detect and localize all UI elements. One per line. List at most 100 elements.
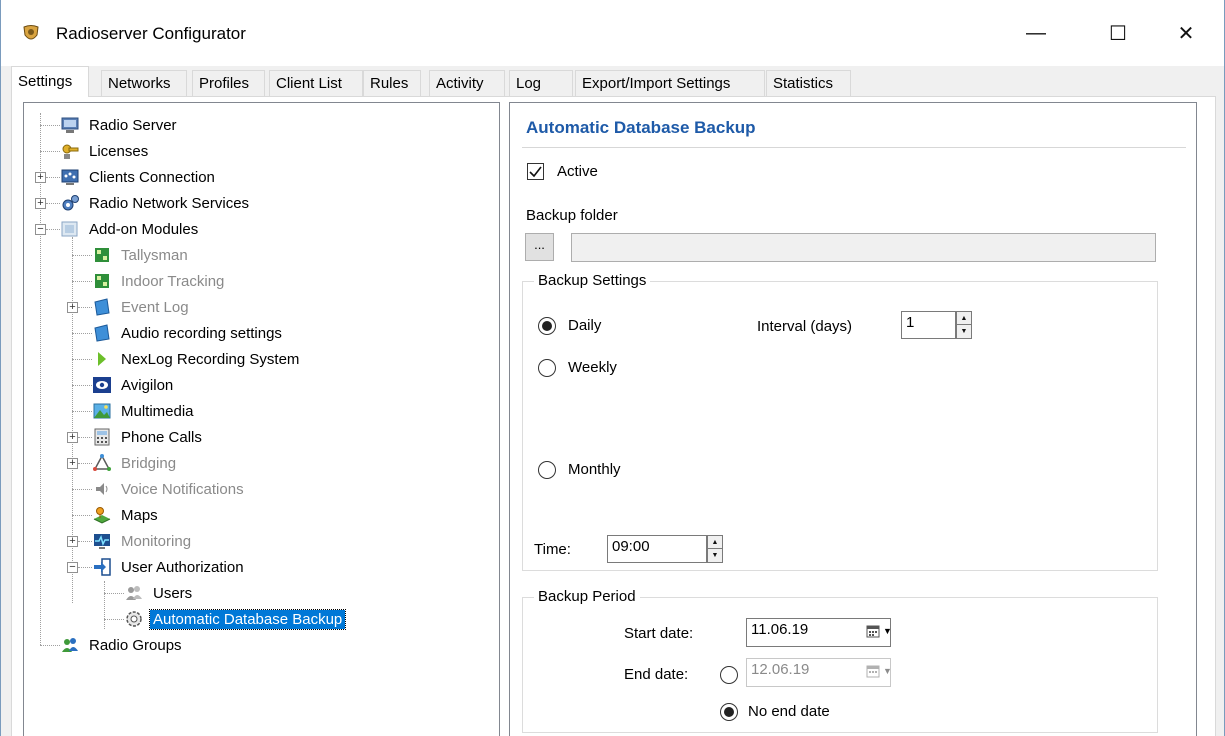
tree-item-label: Maps: [121, 506, 158, 524]
module-blue-icon: [92, 297, 112, 317]
tree-item-nexlog-recording-system[interactable]: NexLog Recording System: [92, 347, 302, 371]
tree-connector: [72, 237, 73, 603]
minimize-button[interactable]: —: [1013, 10, 1059, 56]
start-date-dropdown[interactable]: ▼: [866, 624, 892, 638]
expand-plus-icon[interactable]: +: [67, 536, 78, 547]
tree-item-label: Radio Groups: [89, 636, 182, 654]
tab-log[interactable]: Log: [509, 70, 573, 96]
tab-networks[interactable]: Networks: [101, 70, 187, 96]
key-icon: [60, 141, 80, 161]
interval-spinner[interactable]: ▲ ▼: [956, 311, 972, 339]
app-window: Radioserver Configurator — ☐ ✕ Settings …: [0, 0, 1225, 736]
tree-item-users[interactable]: Users: [124, 581, 195, 605]
tree-item-label: Multimedia: [121, 402, 194, 420]
tree-connector: [40, 113, 41, 645]
tree-item-radio-server[interactable]: Radio Server: [60, 113, 180, 137]
tab-export-import-settings[interactable]: Export/Import Settings: [575, 70, 765, 96]
minimize-icon: —: [1026, 21, 1046, 44]
gear-backup-icon: [124, 609, 144, 629]
backup-folder-label: Backup folder: [526, 207, 618, 224]
calendar-icon: [866, 625, 880, 638]
tab-client-list[interactable]: Client List: [269, 70, 363, 96]
collapse-minus-icon[interactable]: −: [67, 562, 78, 573]
tree-item-label: Event Log: [121, 298, 189, 316]
tree-item-label: Radio Network Services: [89, 194, 250, 212]
tree-connector: [72, 489, 92, 490]
tab-statistics[interactable]: Statistics: [766, 70, 851, 96]
tree-item-audio-recording-settings[interactable]: Audio recording settings: [92, 321, 285, 345]
tree-item-tallysman[interactable]: Tallysman: [92, 243, 191, 267]
tree-connector: [46, 203, 60, 204]
tree-item-label: Radio Server: [89, 116, 177, 134]
spin-up-icon[interactable]: ▲: [957, 312, 971, 325]
close-button[interactable]: ✕: [1163, 10, 1209, 56]
settings-tree[interactable]: Radio Server Licenses + Clients Connecti…: [23, 102, 500, 736]
tree-item-label: Licenses: [89, 142, 149, 160]
tree-connector: [40, 125, 60, 126]
expand-plus-icon[interactable]: +: [67, 458, 78, 469]
tab-rules[interactable]: Rules: [363, 70, 421, 96]
backup-settings-caption: Backup Settings: [534, 272, 651, 289]
end-date-label: End date:: [624, 666, 689, 683]
time-input[interactable]: 09:00: [607, 535, 707, 563]
tree-item-multimedia[interactable]: Multimedia: [92, 399, 197, 423]
tree-item-add-on-modules[interactable]: Add-on Modules: [60, 217, 201, 241]
spin-up-icon[interactable]: ▲: [708, 536, 722, 549]
tree-connector: [104, 593, 124, 594]
module-blue-icon: [92, 323, 112, 343]
expand-plus-icon[interactable]: +: [67, 432, 78, 443]
tree-connector: [72, 359, 92, 360]
groups-icon: [60, 635, 80, 655]
tree-connector: [72, 515, 92, 516]
browse-folder-button[interactable]: ...: [525, 233, 554, 261]
module-green-icon: [92, 271, 112, 291]
tree-item-user-authorization[interactable]: User Authorization: [92, 555, 247, 579]
spin-down-icon[interactable]: ▼: [708, 549, 722, 562]
tree-connector: [40, 151, 60, 152]
start-date-value: 11.06.19: [751, 621, 809, 638]
tree-item-voice-notifications[interactable]: Voice Notifications: [92, 477, 247, 501]
end-date-dropdown[interactable]: ▼: [866, 664, 892, 678]
tree-connector: [78, 567, 92, 568]
expand-plus-icon[interactable]: +: [35, 198, 46, 209]
interval-label: Interval (days): [757, 318, 853, 335]
collapse-minus-icon[interactable]: −: [35, 224, 46, 235]
tree-item-monitoring[interactable]: Monitoring: [92, 529, 194, 553]
tree-connector: [78, 541, 92, 542]
expand-plus-icon[interactable]: +: [35, 172, 46, 183]
daily-radio[interactable]: [538, 317, 556, 335]
panel-title: Automatic Database Backup: [526, 118, 756, 137]
weekly-radio[interactable]: [538, 359, 556, 377]
tree-item-avigilon[interactable]: Avigilon: [92, 373, 176, 397]
tree-item-event-log[interactable]: Event Log: [92, 295, 192, 319]
spin-down-icon[interactable]: ▼: [957, 325, 971, 338]
end-date-radio[interactable]: [720, 666, 738, 684]
tree-item-radio-groups[interactable]: Radio Groups: [60, 633, 185, 657]
monthly-radio[interactable]: [538, 461, 556, 479]
tree-item-licenses[interactable]: Licenses: [60, 139, 151, 163]
tab-profiles[interactable]: Profiles: [192, 70, 265, 96]
expand-plus-icon[interactable]: +: [67, 302, 78, 313]
maximize-button[interactable]: ☐: [1095, 10, 1141, 56]
picture-icon: [92, 401, 112, 421]
tree-item-clients-connection[interactable]: Clients Connection: [60, 165, 218, 189]
active-checkbox[interactable]: [527, 163, 544, 180]
time-spinner[interactable]: ▲ ▼: [707, 535, 723, 563]
tree-item-label: Audio recording settings: [121, 324, 282, 342]
tab-activity[interactable]: Activity: [429, 70, 505, 96]
tree-item-bridging[interactable]: Bridging: [92, 451, 179, 475]
interval-input[interactable]: 1: [901, 311, 956, 339]
server-icon: [60, 115, 80, 135]
no-end-date-radio[interactable]: [720, 703, 738, 721]
tree-item-label: Bridging: [121, 454, 177, 472]
tree-item-maps[interactable]: Maps: [92, 503, 161, 527]
tree-item-indoor-tracking[interactable]: Indoor Tracking: [92, 269, 227, 293]
tree-item-automatic-database-backup[interactable]: Automatic Database Backup: [124, 607, 347, 631]
tree-item-radio-network-services[interactable]: Radio Network Services: [60, 191, 252, 215]
bridge-icon: [92, 453, 112, 473]
tree-item-phone-calls[interactable]: Phone Calls: [92, 425, 205, 449]
backup-folder-field[interactable]: [571, 233, 1156, 262]
calendar-icon: [866, 665, 880, 678]
tab-settings[interactable]: Settings: [11, 66, 89, 97]
tree-item-label: Automatic Database Backup: [148, 608, 347, 630]
